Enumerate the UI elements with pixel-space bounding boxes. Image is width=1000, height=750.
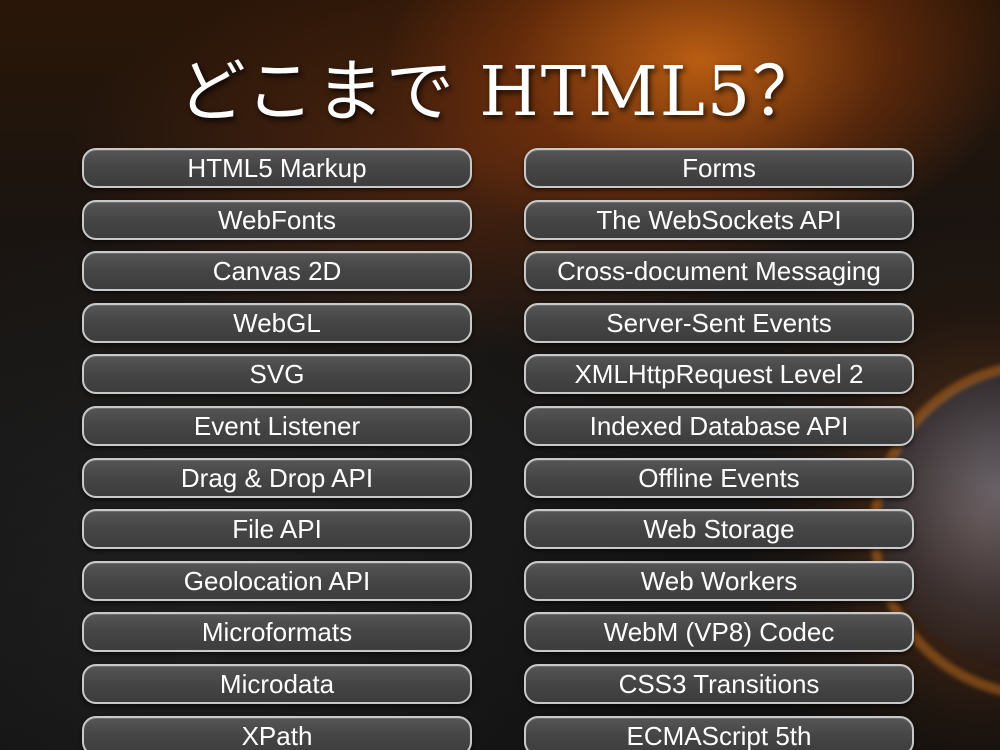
feature-pill-ecmascript-5th: ECMAScript 5th: [524, 715, 914, 750]
feature-pill-html5-markup: HTML5 Markup: [82, 148, 472, 188]
feature-pill-xmlhttprequest-level-2: XMLHttpRequest Level 2: [524, 354, 914, 395]
feature-pill-svg: SVG: [82, 354, 472, 395]
feature-pill-offline-events: Offline Events: [524, 457, 914, 498]
feature-pill-css3-transitions: CSS3 Transitions: [524, 663, 914, 704]
feature-pill-file-api: File API: [82, 509, 472, 550]
feature-pill-webgl: WebGL: [82, 302, 472, 343]
feature-pill-web-storage: Web Storage: [524, 509, 914, 550]
feature-pill-indexed-database-api: Indexed Database API: [524, 405, 914, 446]
feature-pill-webfonts: WebFonts: [82, 199, 472, 240]
right-feature-list: Forms The WebSockets API Cross-document …: [524, 148, 914, 750]
left-feature-list: HTML5 Markup WebFonts Canvas 2D WebGL SV…: [82, 148, 472, 750]
slide-title: どこまで HTML5？: [177, 53, 823, 132]
feature-pill-geolocation-api: Geolocation API: [82, 560, 472, 601]
feature-pill-event-listener: Event Listener: [82, 405, 472, 446]
feature-pill-web-workers: Web Workers: [524, 560, 914, 601]
feature-pill-canvas-2d: Canvas 2D: [82, 251, 472, 292]
feature-pill-microdata: Microdata: [82, 663, 472, 704]
feature-pill-server-sent-events: Server-Sent Events: [524, 302, 914, 343]
feature-pill-websockets-api: The WebSockets API: [524, 199, 914, 240]
feature-pill-xpath: XPath: [82, 715, 472, 750]
slide: どこまで HTML5？ HTML5 Markup WebFonts Canvas…: [0, 0, 1000, 750]
feature-pill-cross-document-messaging: Cross-document Messaging: [524, 251, 914, 292]
feature-pill-microformats: Microformats: [82, 612, 472, 653]
feature-pill-drag-drop-api: Drag & Drop API: [82, 457, 472, 498]
feature-pill-webm-codec: WebM (VP8) Codec: [524, 612, 914, 653]
feature-pill-forms: Forms: [524, 148, 914, 188]
